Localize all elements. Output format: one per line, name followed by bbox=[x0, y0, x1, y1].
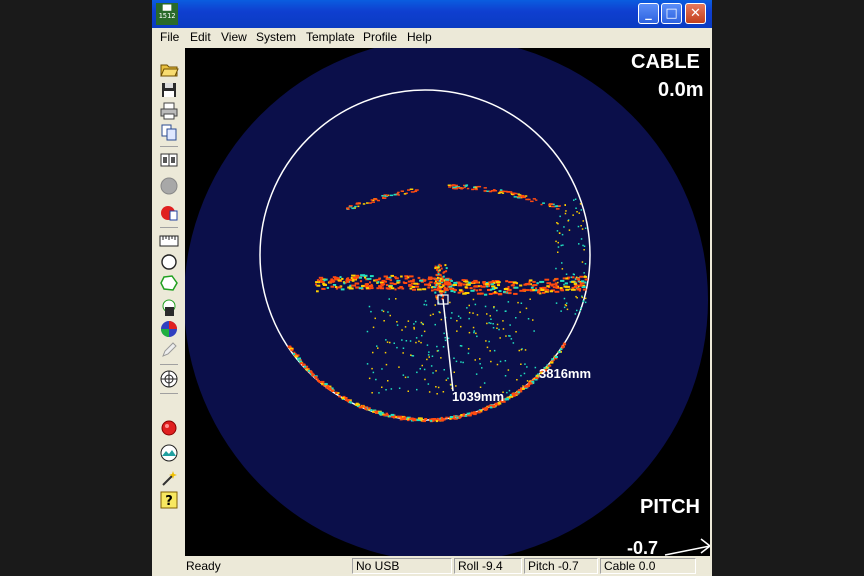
status-bar: Ready No USB Roll -9.4 Pitch -0.7 Cable … bbox=[152, 556, 712, 576]
save-icon bbox=[162, 83, 176, 97]
menu-view[interactable]: View bbox=[221, 30, 247, 44]
red-dot-icon bbox=[161, 420, 177, 436]
help-icon: ? bbox=[160, 491, 178, 509]
tool-palette: ? bbox=[158, 54, 182, 554]
pitch-arrow-icon bbox=[664, 538, 710, 556]
color-palette-icon bbox=[161, 321, 177, 337]
close-icon: ✕ bbox=[690, 6, 701, 21]
record-red-icon bbox=[161, 206, 178, 221]
compass-button[interactable] bbox=[158, 368, 180, 390]
circle-button[interactable] bbox=[158, 251, 180, 273]
status-roll: Roll -9.4 bbox=[454, 558, 522, 574]
cable-value: 0.0m bbox=[658, 79, 704, 101]
status-pitch: Pitch -0.7 bbox=[524, 558, 598, 574]
status-usb: No USB bbox=[352, 558, 452, 574]
ruler-button[interactable] bbox=[158, 230, 180, 252]
title-bar[interactable]: ▆▆ 1512 _ □ ✕ bbox=[152, 0, 712, 28]
save-profile-button[interactable] bbox=[158, 297, 180, 319]
compass-rose-icon bbox=[160, 370, 178, 388]
status-ready: Ready bbox=[186, 559, 221, 573]
pencil-button[interactable] bbox=[158, 339, 180, 361]
menu-edit[interactable]: Edit bbox=[190, 30, 211, 44]
mountain-icon bbox=[160, 444, 178, 462]
menu-profile[interactable]: Profile bbox=[363, 30, 397, 44]
color-palette-button[interactable] bbox=[158, 318, 180, 340]
pencil-icon bbox=[162, 342, 177, 357]
menu-file[interactable]: File bbox=[160, 30, 179, 44]
app-window: ▆▆ 1512 _ □ ✕ File Edit View System Templ… bbox=[152, 0, 712, 576]
toolbar-separator bbox=[160, 146, 178, 147]
cable-label: CABLE bbox=[631, 51, 700, 73]
maximize-icon: □ bbox=[665, 6, 678, 21]
measure-distance-label: 1039mm bbox=[452, 389, 505, 404]
print-icon bbox=[160, 102, 178, 120]
circle-icon bbox=[161, 254, 177, 270]
app-icon[interactable]: ▆▆ 1512 bbox=[156, 3, 178, 25]
menu-template[interactable]: Template bbox=[306, 30, 355, 44]
toolbar-separator bbox=[160, 364, 178, 365]
save-button[interactable] bbox=[158, 79, 180, 101]
open-button[interactable] bbox=[158, 58, 180, 80]
record-gray-icon bbox=[160, 177, 178, 195]
close-button[interactable]: ✕ bbox=[685, 3, 706, 24]
toolbar-separator bbox=[160, 393, 178, 394]
print-button[interactable] bbox=[158, 100, 180, 122]
save-profile-icon bbox=[162, 299, 176, 316]
minimize-icon: _ bbox=[645, 6, 652, 21]
menu-system[interactable]: System bbox=[256, 30, 296, 44]
sonar-canvas bbox=[185, 48, 710, 556]
record-red-button[interactable] bbox=[158, 202, 180, 224]
polygon-icon bbox=[160, 275, 178, 291]
ruler-icon bbox=[159, 235, 179, 247]
copy-icon bbox=[161, 124, 177, 141]
sonar-disc bbox=[185, 48, 708, 556]
magic-wand-button[interactable] bbox=[158, 468, 180, 490]
help-button[interactable]: ? bbox=[158, 489, 180, 511]
toolbar-separator bbox=[160, 227, 178, 228]
open-folder-icon bbox=[160, 64, 179, 77]
pitch-label: PITCH bbox=[640, 496, 700, 518]
minimize-button[interactable]: _ bbox=[638, 3, 659, 24]
menu-help[interactable]: Help bbox=[407, 30, 432, 44]
magic-wand-icon bbox=[162, 471, 177, 486]
pitch-value: -0.7 bbox=[627, 538, 659, 556]
mountain-button[interactable] bbox=[158, 442, 180, 464]
book-button[interactable] bbox=[158, 149, 180, 171]
red-dot-button[interactable] bbox=[158, 417, 180, 439]
measure-diameter-label: 3816mm bbox=[539, 366, 592, 381]
polygon-button[interactable] bbox=[158, 272, 180, 294]
svg-text:?: ? bbox=[165, 494, 173, 509]
menu-bar: File Edit View System Template Profile H… bbox=[152, 28, 712, 48]
copy-button[interactable] bbox=[158, 121, 180, 143]
status-cable: Cable 0.0 bbox=[600, 558, 696, 574]
record-gray-button[interactable] bbox=[158, 175, 180, 197]
maximize-button[interactable]: □ bbox=[661, 3, 682, 24]
book-icon bbox=[160, 153, 178, 167]
app-icon-label: 1512 bbox=[158, 12, 176, 20]
sonar-display[interactable]: CABLE 0.0m PITCH -0.7 3816mm 1039mm bbox=[185, 48, 710, 556]
